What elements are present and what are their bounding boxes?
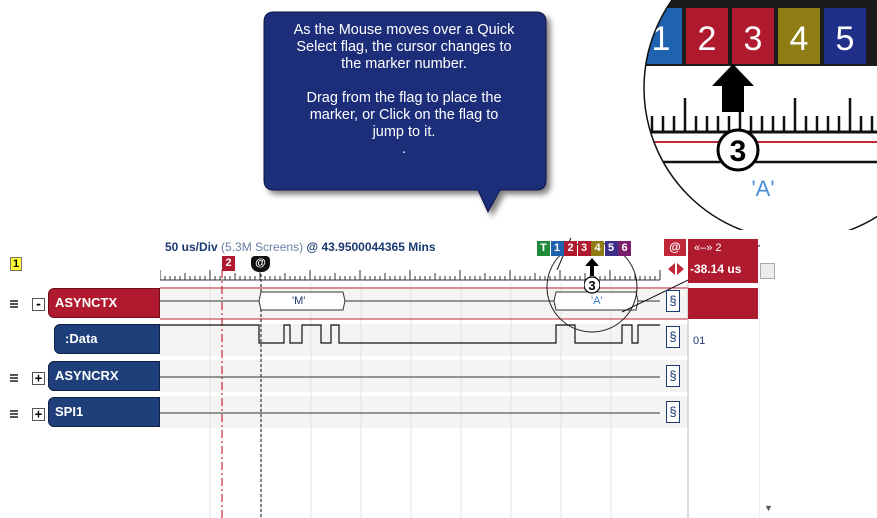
callout-line: Drag from the flag to place the (306, 90, 502, 106)
quick-select-flag-4[interactable]: 4 (591, 241, 604, 256)
signal-endcap-icon: § (666, 401, 680, 423)
signal-endcap-icon: § (666, 326, 680, 348)
magnifier-view: 12345 3 'A' (643, 0, 877, 230)
magnified-flag-label: 1 (652, 20, 671, 58)
marker-flag-2[interactable]: 2 (222, 256, 235, 271)
callout-line: marker, or Click on the flag to (309, 107, 499, 123)
bus-value-a: 'A' (591, 295, 603, 307)
callout-line: Select flag, the cursor changes to (296, 39, 512, 55)
callout-line: As the Mouse moves over a Quick (293, 22, 515, 38)
signal-name-asynctx[interactable]: ASYNCTX (48, 288, 160, 318)
range-delta-label: «–» 2 (694, 242, 722, 254)
group-number-badge[interactable]: 1 (10, 257, 22, 271)
quick-select-flag-t[interactable]: T (537, 241, 550, 256)
magnified-cursor-number: 3 (730, 135, 747, 168)
scroll-up-button[interactable] (760, 263, 775, 279)
magnified-bus-label: 'A' (751, 176, 774, 201)
signal-name-data[interactable]: :Data (54, 324, 160, 354)
drag-handle-icon[interactable] (10, 410, 18, 419)
range-value: -38.14 us (690, 262, 742, 276)
collapse-button[interactable]: - (32, 298, 45, 311)
drag-handle-icon[interactable] (10, 300, 18, 309)
quick-select-flag-6[interactable]: 6 (618, 241, 631, 256)
screens-count: (5.3M Screens) (221, 240, 304, 254)
magnified-flag-label: 3 (744, 20, 763, 58)
quick-select-flag-3[interactable]: 3 (577, 241, 591, 256)
callout-line: . (401, 141, 407, 157)
callout-line: the marker number. (341, 56, 467, 72)
prev-next-arrows-icon[interactable] (666, 262, 686, 276)
callout-text: As the Mouse moves over a Quick Select f… (266, 22, 542, 158)
timebase: 50 us/Div (165, 240, 218, 254)
signal-endcap-icon: § (666, 365, 680, 387)
timebase-readout[interactable]: 50 us/Div (5.3M Screens) @ 43.9500044365… (165, 240, 436, 254)
expand-button[interactable]: + (32, 408, 45, 421)
signal-name-spi1[interactable]: SPI1 (48, 397, 160, 427)
cursor-flag-at[interactable]: @ (251, 256, 270, 272)
callout-line: jump to it. (372, 124, 436, 140)
marker-cursor-icon: 3 (584, 258, 600, 294)
quick-select-flag-2[interactable]: 2 (564, 241, 577, 256)
expand-button[interactable]: + (32, 372, 45, 385)
drag-handle-icon[interactable] (10, 374, 18, 383)
go-to-cursor-button[interactable]: @ (664, 239, 686, 256)
scroll-down-icon[interactable]: ▼ (764, 503, 773, 513)
magnified-flag-label: 2 (698, 20, 717, 58)
quick-select-flag-5[interactable]: 5 (604, 241, 618, 256)
signal-endcap-icon: § (666, 290, 680, 312)
magnified-flag-label: 5 (836, 20, 855, 58)
signal-name-asyncrx[interactable]: ASYNCRX (48, 361, 160, 391)
position-readout: @ 43.9500044365 Mins (306, 240, 436, 254)
bus-value-m: 'M' (292, 295, 306, 307)
quick-select-flag-1[interactable]: 1 (550, 241, 564, 256)
cursor-number: 3 (588, 278, 595, 293)
magnified-flag-label: 4 (790, 20, 809, 58)
data-value: 01 (693, 335, 706, 347)
